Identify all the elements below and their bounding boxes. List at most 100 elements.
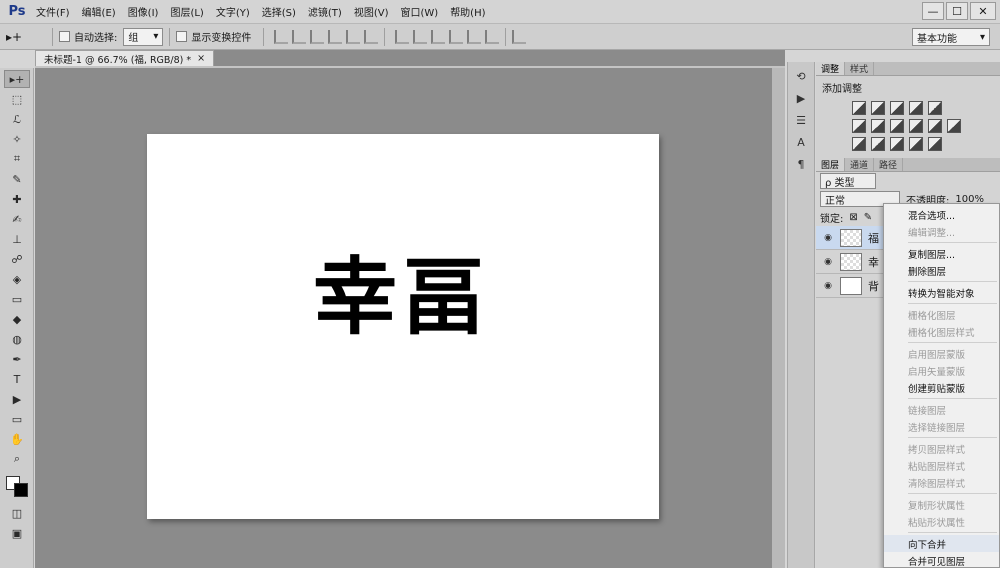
distribute-top-icon[interactable] [395, 29, 410, 44]
move-tool-preset[interactable]: ▸+ [6, 27, 46, 47]
brightness-icon[interactable] [852, 101, 866, 115]
properties-icon[interactable]: ☰ [792, 112, 810, 128]
tab-layers[interactable]: 图层 [816, 158, 846, 171]
color-lookup-icon[interactable] [947, 119, 961, 133]
tool-button[interactable]: ✒ [4, 350, 30, 368]
hue-saturation-icon[interactable] [852, 119, 866, 133]
screen-mode-icon[interactable]: ▣ [4, 524, 30, 542]
tool-button[interactable]: ◈ [4, 270, 30, 288]
menu-item[interactable]: 滤镜(T) [302, 4, 348, 19]
show-transform-checkbox[interactable] [176, 31, 188, 42]
menu-item[interactable]: 视图(V) [348, 4, 395, 19]
layer-kind-filter[interactable]: ρ 类型 [820, 173, 876, 189]
document-tab[interactable]: 未标题-1 @ 66.7% (福, RGB/8) * × [35, 50, 215, 66]
paragraph-icon[interactable]: ¶ [792, 156, 810, 172]
tool-button[interactable]: ℒ [4, 110, 30, 128]
history-icon[interactable]: ⟲ [792, 68, 810, 84]
context-menu-item[interactable]: 转换为智能对象 [884, 284, 999, 301]
menu-item[interactable]: 帮助(H) [444, 4, 491, 19]
align-right-icon[interactable] [364, 29, 379, 44]
distribute-vcenter-icon[interactable] [413, 29, 428, 44]
minimize-button[interactable]: — [922, 2, 944, 20]
distribute-right-icon[interactable] [485, 29, 500, 44]
photo-filter-icon[interactable] [909, 119, 923, 133]
levels-icon[interactable] [871, 101, 885, 115]
align-left-icon[interactable] [328, 29, 343, 44]
menu-item[interactable]: 文字(Y) [210, 4, 256, 19]
close-icon[interactable]: × [197, 53, 205, 64]
maximize-button[interactable]: ☐ [946, 2, 968, 20]
distribute-hcenter-icon[interactable] [467, 29, 482, 44]
quick-mask-icon[interactable]: ◫ [4, 504, 30, 522]
gradient-map-icon[interactable] [909, 137, 923, 151]
posterize-icon[interactable] [871, 137, 885, 151]
menu-item[interactable]: 文件(F) [30, 4, 76, 19]
selective-color-icon[interactable] [928, 137, 942, 151]
tool-button[interactable]: ◆ [4, 310, 30, 328]
threshold-icon[interactable] [890, 137, 904, 151]
eye-icon[interactable]: ◉ [822, 233, 834, 243]
vertical-scrollbar[interactable] [772, 68, 785, 568]
context-menu-item[interactable]: 合并可见图层 [884, 552, 999, 568]
tool-button[interactable]: ☍ [4, 250, 30, 268]
distribute-bottom-icon[interactable] [431, 29, 446, 44]
tool-button[interactable]: ▭ [4, 290, 30, 308]
align-top-icon[interactable] [274, 29, 289, 44]
menu-separator [908, 437, 997, 438]
align-hcenter-icon[interactable] [346, 29, 361, 44]
menu-item[interactable]: 选择(S) [256, 4, 302, 19]
tab-strip [35, 66, 785, 68]
tool-button[interactable]: ▶ [4, 390, 30, 408]
tool-button[interactable]: ⊥ [4, 230, 30, 248]
invert-icon[interactable] [852, 137, 866, 151]
tool-button[interactable]: ✚ [4, 190, 30, 208]
align-vcenter-icon[interactable] [292, 29, 307, 44]
tool-button[interactable]: ✋ [4, 430, 30, 448]
menu-item[interactable]: 窗口(W) [394, 4, 444, 19]
curves-icon[interactable] [890, 101, 904, 115]
auto-select-checkbox[interactable] [59, 31, 70, 42]
menu-item[interactable]: 图像(I) [122, 4, 165, 19]
context-menu-item[interactable]: 混合选项... [884, 206, 999, 223]
context-menu-item[interactable]: 向下合并 [884, 535, 999, 552]
context-menu-item[interactable]: 删除图层 [884, 262, 999, 279]
character-icon[interactable]: A [792, 134, 810, 150]
tool-button[interactable]: ⌗ [4, 150, 30, 168]
tool-button[interactable]: ✧ [4, 130, 30, 148]
tool-button[interactable]: ▭ [4, 410, 30, 428]
color-balance-icon[interactable] [871, 119, 885, 133]
exposure-icon[interactable] [909, 101, 923, 115]
tool-button[interactable]: T [4, 370, 30, 388]
channel-mixer-icon[interactable] [928, 119, 942, 133]
workspace-dropdown[interactable]: 基本功能 ▾ [912, 28, 990, 46]
tab-channels[interactable]: 通道 [845, 158, 875, 171]
lock-transparent-icon[interactable]: ⊠ [849, 212, 857, 223]
tool-button[interactable]: ✍ [4, 210, 30, 228]
tool-button[interactable]: ⬚ [4, 90, 30, 108]
tab-styles[interactable]: 样式 [845, 62, 875, 75]
lock-brush-icon[interactable]: ✎ [864, 212, 872, 223]
actions-icon[interactable]: ▶ [792, 90, 810, 106]
context-menu-item[interactable]: 复制图层... [884, 245, 999, 262]
context-menu-item[interactable]: 创建剪贴蒙版 [884, 379, 999, 396]
tool-button[interactable]: ✎ [4, 170, 30, 188]
auto-align-icon[interactable] [512, 29, 527, 44]
menu-item[interactable]: 编辑(E) [76, 4, 122, 19]
vibrance-icon[interactable] [928, 101, 942, 115]
tab-paths[interactable]: 路径 [874, 158, 904, 171]
tool-button[interactable]: ⌕ [4, 450, 30, 468]
eye-icon[interactable]: ◉ [822, 281, 834, 291]
menu-item[interactable]: 图层(L) [164, 4, 209, 19]
distribute-left-icon[interactable] [449, 29, 464, 44]
auto-select-dropdown[interactable]: 组 ▾ [123, 27, 164, 46]
color-swatches[interactable] [4, 474, 30, 498]
align-bottom-icon[interactable] [310, 29, 325, 44]
black-white-icon[interactable] [890, 119, 904, 133]
tool-button[interactable]: ◍ [4, 330, 30, 348]
layer-filter-row: ρ 类型 [816, 172, 1000, 190]
background-color[interactable] [14, 483, 28, 497]
tool-button[interactable]: ▸+ [4, 70, 30, 88]
close-button[interactable]: ✕ [970, 2, 996, 20]
eye-icon[interactable]: ◉ [822, 257, 834, 267]
tab-adjustments[interactable]: 调整 [816, 62, 846, 75]
